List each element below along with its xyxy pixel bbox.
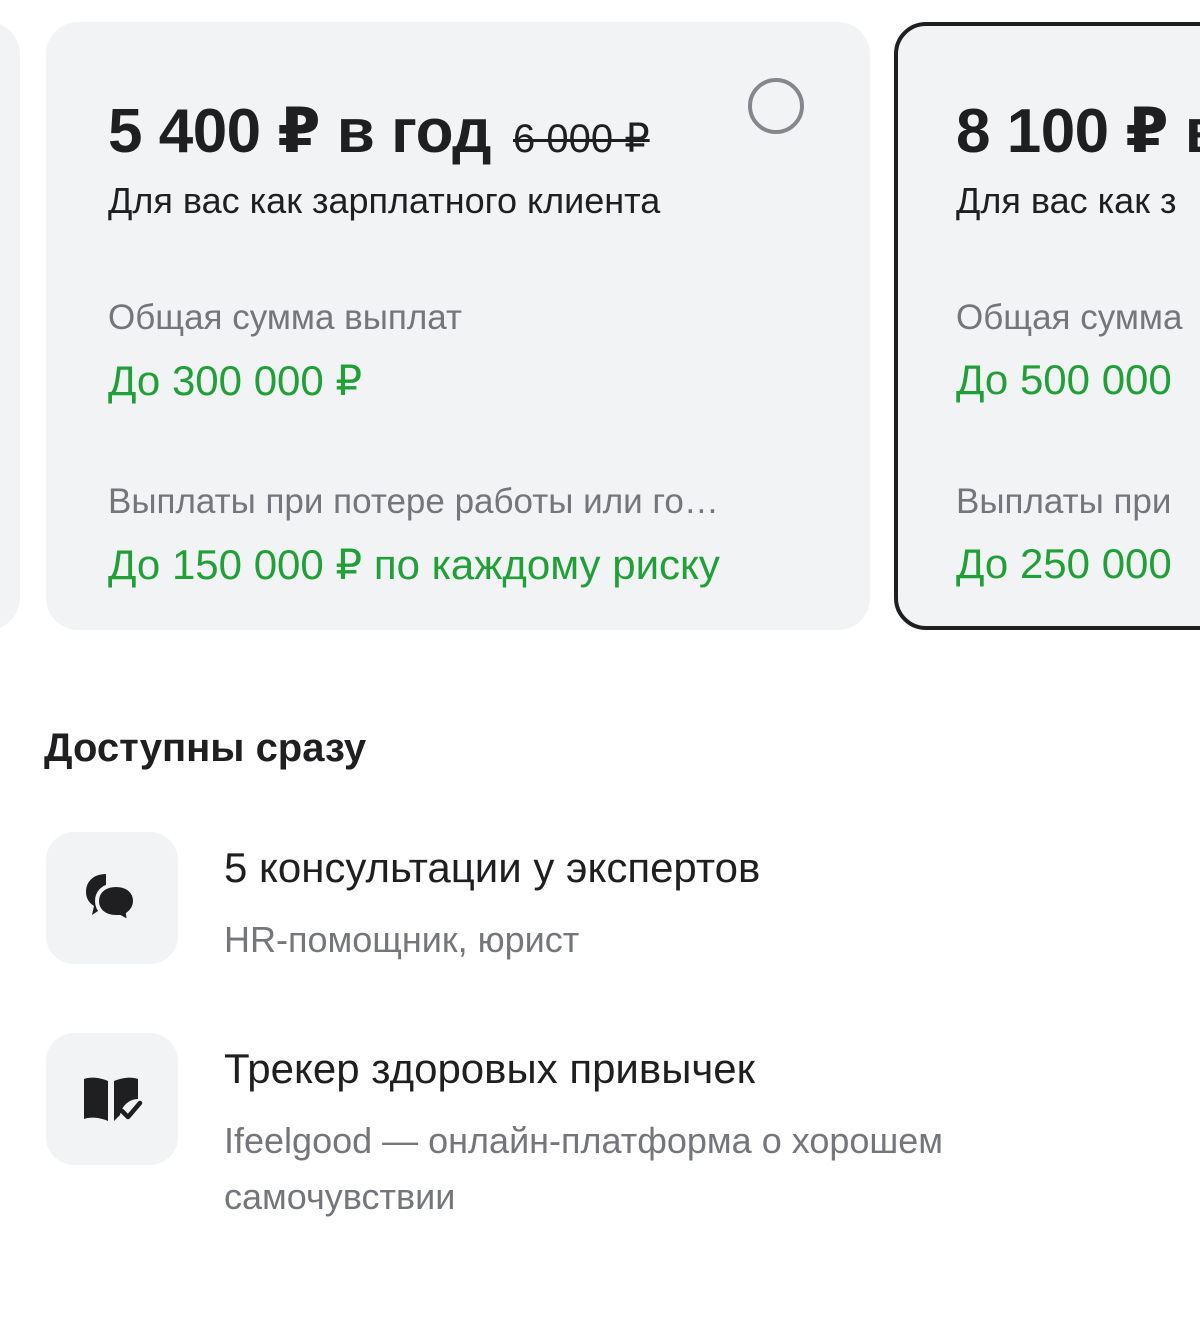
- book-check-icon: [46, 1033, 178, 1165]
- plan-card-previous[interactable]: [0, 22, 20, 630]
- price-row: 8 100 ₽ в: [956, 94, 1200, 167]
- chat-bubbles-icon: [46, 832, 178, 964]
- price-row: 5 400 ₽ в год 6 000 ₽: [108, 94, 650, 167]
- plan-select-radio[interactable]: [748, 78, 804, 134]
- feature-title: Трекер здоровых привычек: [224, 1045, 756, 1092]
- feature-description: HR-помощник, юрист: [224, 919, 580, 960]
- insurance-plan-page: 5 400 ₽ в год 6 000 ₽ Для вас как зарпла…: [0, 0, 1200, 1326]
- total-payout-label: Общая сумма выплат: [108, 298, 462, 337]
- section-title: Доступны сразу: [44, 726, 367, 770]
- job-loss-payout-value: До 250 000: [956, 540, 1172, 587]
- job-loss-payout-label: Выплаты при потере работы или го…: [108, 482, 719, 521]
- feature-description: Ifeelgood — онлайн-платформа о хорошем с…: [224, 1120, 944, 1217]
- job-loss-payout-value: До 150 000 ₽ по каждому риску: [108, 541, 720, 588]
- plan-card-salary-client[interactable]: 5 400 ₽ в год 6 000 ₽ Для вас как зарпла…: [46, 22, 870, 630]
- total-payout-label: Общая сумма: [956, 298, 1183, 337]
- plan-subtitle: Для вас как зарплатного клиента: [108, 180, 661, 221]
- plan-carousel[interactable]: 5 400 ₽ в год 6 000 ₽ Для вас как зарпла…: [0, 0, 1200, 660]
- plan-old-price: 6 000 ₽: [513, 117, 650, 161]
- plan-price: 5 400 ₽ в год: [108, 97, 492, 166]
- plan-price: 8 100 ₽ в: [956, 97, 1200, 166]
- feature-title: 5 консультации у экспертов: [224, 844, 761, 891]
- total-payout-value: До 500 000: [956, 356, 1172, 403]
- job-loss-payout-label: Выплаты при: [956, 482, 1172, 521]
- total-payout-value: До 300 000 ₽: [108, 357, 363, 404]
- plan-subtitle: Для вас как з: [956, 180, 1177, 221]
- plan-card-selected[interactable]: 8 100 ₽ в Для вас как з Общая сумма До 5…: [894, 22, 1200, 630]
